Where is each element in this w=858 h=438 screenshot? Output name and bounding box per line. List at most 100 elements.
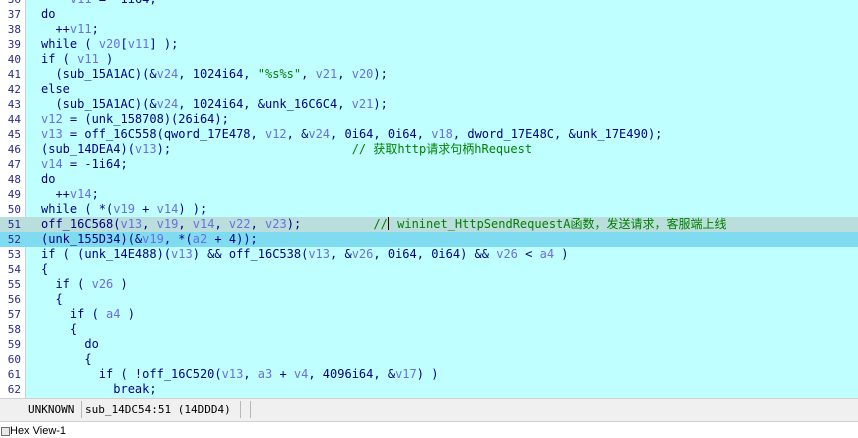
code-text: break; bbox=[41, 382, 157, 397]
variable[interactable]: v26 bbox=[352, 247, 374, 261]
line-number: 58 bbox=[7, 323, 21, 336]
variable[interactable]: v26 bbox=[496, 247, 518, 261]
code-text: v12 = (unk_158708)(26i64); bbox=[41, 112, 229, 127]
code-line[interactable]: 50 while ( *(v19 + v14) ); bbox=[0, 202, 858, 217]
code-token: off_16C568( bbox=[41, 217, 121, 231]
line-number: 60 bbox=[7, 353, 21, 366]
code-text: if ( !off_16C520(v13, a3 + v4, 4096i64, … bbox=[41, 367, 439, 382]
variable[interactable]: v19 bbox=[157, 217, 179, 231]
variable[interactable]: v14 bbox=[70, 187, 92, 201]
code-line[interactable]: 53 if ( (unk_14E488)(v13) && off_16C538(v… bbox=[0, 247, 858, 262]
line-number: 51 bbox=[7, 218, 21, 231]
code-token: ; bbox=[149, 382, 157, 396]
code-line[interactable]: 43 (sub_15A1AC)(&v24, 1024i64, &unk_16C6… bbox=[0, 97, 858, 112]
variable[interactable]: v21 bbox=[316, 67, 338, 81]
variable[interactable]: a4 bbox=[106, 307, 120, 321]
variable[interactable]: v22 bbox=[229, 217, 251, 231]
code-line[interactable]: 62 break; bbox=[0, 382, 858, 397]
variable[interactable]: a4 bbox=[540, 247, 554, 261]
code-line[interactable]: 51 off_16C568(v13, v19, v14, v22, v23); /… bbox=[0, 217, 858, 232]
variable[interactable]: v20 bbox=[99, 37, 121, 51]
code-token: = -1i64; bbox=[92, 0, 157, 6]
line-number: 37 bbox=[7, 8, 21, 21]
code-line[interactable]: 46 (sub_14DEA4)(v13); // 获取http请求句柄hReque… bbox=[0, 142, 858, 157]
variable[interactable]: v13 bbox=[135, 142, 157, 156]
code-token: ( bbox=[55, 52, 78, 66]
code-line[interactable]: 58 { bbox=[0, 322, 858, 337]
variable[interactable]: v13 bbox=[222, 367, 244, 381]
variable[interactable]: v11 bbox=[128, 37, 150, 51]
code-line[interactable]: 42 else bbox=[0, 82, 858, 97]
code-line[interactable]: 55 if ( v26 ) bbox=[0, 277, 858, 292]
code-line[interactable]: 48 do bbox=[0, 172, 858, 187]
line-number: 49 bbox=[7, 188, 21, 201]
code-token: , 1024i64, bbox=[178, 67, 258, 81]
variable[interactable]: v18 bbox=[431, 127, 453, 141]
variable[interactable]: v12 bbox=[265, 127, 287, 141]
code-line[interactable]: 60 { bbox=[0, 352, 858, 367]
code-line[interactable]: 38 ++v11; bbox=[0, 22, 858, 37]
code-token: ( bbox=[77, 37, 99, 51]
variable[interactable]: v24 bbox=[308, 127, 330, 141]
code-token: , 0i64, 0i64) && bbox=[373, 247, 497, 261]
variable[interactable]: v14 bbox=[41, 157, 63, 171]
code-token: ++ bbox=[41, 22, 70, 36]
variable[interactable]: v26 bbox=[92, 277, 114, 291]
code-text: (unk_155D34)(&v19, *(a2 + 4)); bbox=[41, 232, 258, 247]
variable[interactable]: v23 bbox=[265, 217, 287, 231]
variable[interactable]: v24 bbox=[157, 67, 179, 81]
pseudocode-view[interactable]: 36 v11 = -1i64;37do38 ++v11;39while ( v2… bbox=[0, 0, 858, 398]
variable[interactable]: v13 bbox=[41, 127, 63, 141]
code-token: , bbox=[337, 67, 352, 81]
variable[interactable]: v14 bbox=[193, 217, 215, 231]
variable[interactable]: v12 bbox=[41, 112, 63, 126]
code-line[interactable]: 41 (sub_15A1AC)(&v24, 1024i64, "%s%s", v… bbox=[0, 67, 858, 82]
code-token: , *( bbox=[163, 232, 193, 246]
code-line-current[interactable]: 52 (unk_155D34)(&v19, *(a2 + 4)); bbox=[0, 232, 858, 247]
line-number: 39 bbox=[7, 38, 21, 51]
code-token: { bbox=[41, 352, 92, 366]
code-line[interactable]: 56 { bbox=[0, 292, 858, 307]
code-token: = off_16C558(qword_17E478, bbox=[62, 127, 265, 141]
variable[interactable]: v19 bbox=[142, 232, 164, 246]
line-number: 53 bbox=[7, 248, 21, 261]
line-number: 59 bbox=[7, 338, 21, 351]
variable[interactable]: v11 bbox=[70, 0, 92, 6]
variable[interactable]: v4 bbox=[294, 367, 308, 381]
code-token: while bbox=[41, 37, 78, 51]
variable[interactable]: v19 bbox=[113, 202, 135, 216]
variable[interactable]: v13 bbox=[308, 247, 330, 261]
variable[interactable]: v13 bbox=[120, 217, 142, 231]
code-token: if bbox=[98, 367, 114, 381]
code-text: do bbox=[41, 172, 55, 187]
code-line[interactable]: 54 { bbox=[0, 262, 858, 277]
variable[interactable]: v11 bbox=[70, 22, 92, 36]
variable[interactable]: a2 bbox=[193, 232, 207, 246]
code-line[interactable]: 44 v12 = (unk_158708)(26i64); bbox=[0, 112, 858, 127]
code-line[interactable]: 45 v13 = off_16C558(qword_17E478, v12, &v… bbox=[0, 127, 858, 142]
variable[interactable]: v14 bbox=[157, 202, 179, 216]
variable[interactable]: v17 bbox=[395, 367, 417, 381]
code-line[interactable]: 59 do bbox=[0, 337, 858, 352]
hex-view-tab[interactable]: Hex View-1 bbox=[0, 421, 858, 438]
code-line[interactable]: 57 if ( a4 ) bbox=[0, 307, 858, 322]
code-line[interactable]: 39 while ( v20[v11] ); bbox=[0, 37, 858, 52]
code-line[interactable]: 40 if ( v11 ) bbox=[0, 52, 858, 67]
variable[interactable]: v21 bbox=[352, 97, 374, 111]
code-line[interactable]: 49 ++v14; bbox=[0, 187, 858, 202]
variable[interactable]: v11 bbox=[77, 52, 99, 66]
code-text: if ( (unk_14E488)(v13) && off_16C538(v13… bbox=[41, 247, 569, 262]
variable[interactable]: v20 bbox=[352, 67, 374, 81]
code-line[interactable]: 61 if ( !off_16C520(v13, a3 + v4, 4096i6… bbox=[0, 367, 858, 382]
line-number: 44 bbox=[7, 113, 21, 126]
code-line[interactable]: 37 do bbox=[0, 7, 858, 22]
code-line[interactable]: 47 v14 = -1i64; bbox=[0, 157, 858, 172]
status-bar: UNKNOWN sub_14DC54:51 (14DDD4) bbox=[0, 398, 858, 421]
variable[interactable]: v13 bbox=[171, 247, 193, 261]
code-text: { bbox=[41, 292, 63, 307]
code-text: (sub_14DEA4)(v13); // 获取http请求句柄hRequest bbox=[41, 142, 532, 157]
variable[interactable]: a3 bbox=[258, 367, 272, 381]
variable[interactable]: v24 bbox=[157, 97, 179, 111]
code-line[interactable]: 36 v11 = -1i64; bbox=[0, 0, 858, 7]
code-token: { bbox=[41, 292, 63, 306]
